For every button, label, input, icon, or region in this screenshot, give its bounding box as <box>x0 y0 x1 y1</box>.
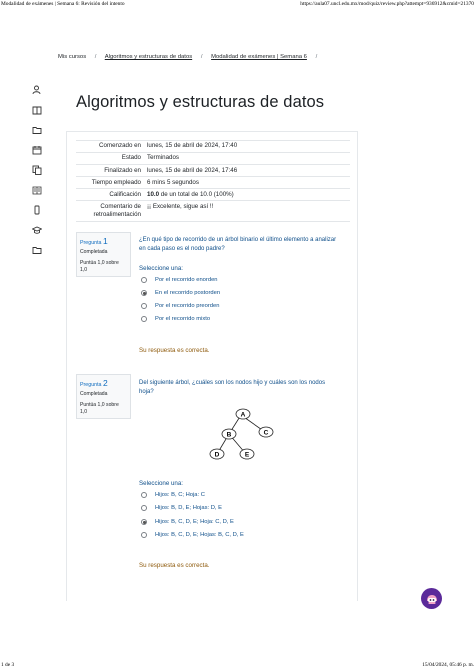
answer-label: En el recorrido postorden <box>155 290 221 296</box>
question-label: Pregunta <box>80 240 102 246</box>
question-number: Pregunta 1 <box>80 236 127 246</box>
answer-prompt: Seleccione una: <box>139 265 184 272</box>
moodle-help-icon[interactable] <box>421 588 442 609</box>
feedback-text: Su respuesta es correcta. <box>139 347 210 354</box>
folder-icon[interactable] <box>26 120 48 140</box>
question-state: Completada <box>80 391 108 397</box>
tree-label-e: E <box>245 451 250 458</box>
summary-row: Comentario de retroalimentación ¡¡ Excel… <box>76 201 350 222</box>
question-number: Pregunta 2 <box>80 378 127 388</box>
answer-option[interactable]: Hijos: B, C, D, E; Hojas: B, C, D, E <box>141 532 244 538</box>
radio-button[interactable] <box>141 303 147 309</box>
print-header: Modalidad de exámenes | Semana 6: Revisi… <box>0 0 474 12</box>
question-number-value: 2 <box>102 378 108 388</box>
question-number-value: 1 <box>102 236 108 246</box>
question-state: Completada <box>80 249 108 255</box>
print-timestamp: 15/04/2024, 05:46 p. m. <box>422 662 474 668</box>
question-grade: Puntúa 1,0 sobre 1,0 <box>80 402 119 415</box>
summary-row: Tiempo empleado 6 mins 5 segundos <box>76 177 350 190</box>
radio-button[interactable] <box>141 316 147 322</box>
summary-label: Comentario de retroalimentación <box>93 202 141 219</box>
course-index-rail <box>26 80 48 260</box>
page-title: Algoritmos y estructuras de datos <box>76 93 325 111</box>
radio-button[interactable] <box>141 277 147 283</box>
answer-option[interactable]: Por el recorrido mixto <box>141 316 210 322</box>
tree-label-a: A <box>241 411 246 418</box>
question-info-1: Pregunta 1 Completada Puntúa 1,0 sobre 1… <box>76 232 131 277</box>
breadcrumb-link-course[interactable]: Algoritmos y estructuras de datos <box>105 54 192 60</box>
tree-label-d: D <box>215 451 220 458</box>
answer-label: Hijos: B, C; Hoja: C <box>155 492 205 498</box>
grade-value: 10.0 <box>147 190 160 198</box>
attempt-summary-table: Comenzado en lunes, 15 de abril de 2024,… <box>76 140 350 222</box>
answer-label: Hijos: B, C, D, E; Hojas: B, C, D, E <box>155 532 244 538</box>
book-open-icon[interactable] <box>26 180 48 200</box>
print-header-url: https://aula07.uncl.edu.mx/mod/quiz/revi… <box>300 1 474 7</box>
summary-value: ¡¡ Excelente, sigue así !! <box>147 202 214 210</box>
question-text-2: Del siguiente árbol, ¿cuáles son los nod… <box>139 380 326 395</box>
summary-value: 10.0 de un total de 10.0 (100%) <box>141 191 350 199</box>
breadcrumb-separator: / <box>315 54 318 60</box>
answer-prompt: Seleccione una: <box>139 480 184 487</box>
book-icon[interactable] <box>26 100 48 120</box>
breadcrumb-link-quiz[interactable]: Modalidad de exámenes | Semana 6 <box>211 54 307 60</box>
summary-value: lunes, 15 de abril de 2024, 17:46 <box>147 166 238 174</box>
breadcrumb-separator: / <box>94 54 97 60</box>
radio-button[interactable] <box>141 532 147 538</box>
breadcrumb: Mis cursos / Algoritmos y estructuras de… <box>58 54 324 60</box>
answer-option[interactable]: Por el recorrido enorden <box>141 277 218 283</box>
tree-label-b: B <box>227 431 232 438</box>
breadcrumb-link-mis-cursos[interactable]: Mis cursos <box>58 54 86 60</box>
summary-label: Calificación <box>109 190 141 198</box>
answer-label: Hijos: B, C, D, E; Hoja: C, D, E <box>155 519 234 525</box>
folder-icon[interactable] <box>26 240 48 260</box>
summary-row: Calificación 10.0 de un total de 10.0 (1… <box>76 189 350 202</box>
answer-label: Por el recorrido enorden <box>155 277 218 283</box>
answer-label: Por el recorrido mixto <box>155 316 211 322</box>
answer-option[interactable]: Hijos: B, C, D, E; Hoja: C, D, E <box>141 519 234 525</box>
summary-label: Comenzado en <box>99 142 141 150</box>
answer-label: Por el recorrido preorden <box>155 303 220 309</box>
mobile-icon[interactable] <box>26 200 48 220</box>
radio-button[interactable] <box>141 505 147 511</box>
question-label: Pregunta <box>80 382 102 388</box>
radio-button[interactable] <box>141 492 147 498</box>
feedback-text: Su respuesta es correcta. <box>139 562 210 569</box>
answer-option[interactable]: En el recorrido postorden <box>141 290 220 296</box>
summary-value: 6 mins 5 segundos <box>147 178 199 186</box>
summary-label: Tiempo empleado <box>91 178 141 186</box>
summary-value: Terminados <box>147 154 179 162</box>
question-grade: Puntúa 1,0 sobre 1,0 <box>80 260 119 273</box>
grade-total: de un total de 10.0 (100%) <box>159 190 234 198</box>
page-count: 1 de 3 <box>1 662 15 668</box>
radio-button-selected[interactable] <box>141 519 147 525</box>
breadcrumb-separator: / <box>200 54 203 60</box>
summary-row: Estado Terminados <box>76 153 350 166</box>
question-text-1: ¿En qué tipo de recorrido de un árbol bi… <box>139 237 337 252</box>
question-info-2: Pregunta 2 Completada Puntúa 1,0 sobre 1… <box>76 374 131 419</box>
calendar-icon[interactable] <box>26 140 48 160</box>
copy-icon[interactable] <box>26 160 48 180</box>
user-shield-icon[interactable] <box>26 80 48 100</box>
print-header-title: Modalidad de exámenes | Semana 6: Revisi… <box>1 1 125 7</box>
tree-label-c: C <box>264 429 269 436</box>
answer-option[interactable]: Por el recorrido preorden <box>141 303 219 309</box>
summary-label: Estado <box>121 154 141 162</box>
summary-value: lunes, 15 de abril de 2024, 17:40 <box>147 142 238 150</box>
summary-label: Finalizado en <box>104 166 141 174</box>
answer-label: Hijos: B, D, E; Hojas: D, E <box>155 505 223 511</box>
binary-tree-diagram: A B C D E <box>209 408 274 460</box>
print-footer: 1 de 3 15/04/2024, 05:46 p. m. <box>0 660 474 670</box>
answer-option[interactable]: Hijos: B, C; Hoja: C <box>141 492 205 498</box>
summary-row: Finalizado en lunes, 15 de abril de 2024… <box>76 165 350 178</box>
radio-button-selected[interactable] <box>141 290 147 296</box>
answer-option[interactable]: Hijos: B, D, E; Hojas: D, E <box>141 505 222 511</box>
graduation-cap-icon[interactable] <box>26 220 48 240</box>
summary-row: Comenzado en lunes, 15 de abril de 2024,… <box>76 140 350 154</box>
